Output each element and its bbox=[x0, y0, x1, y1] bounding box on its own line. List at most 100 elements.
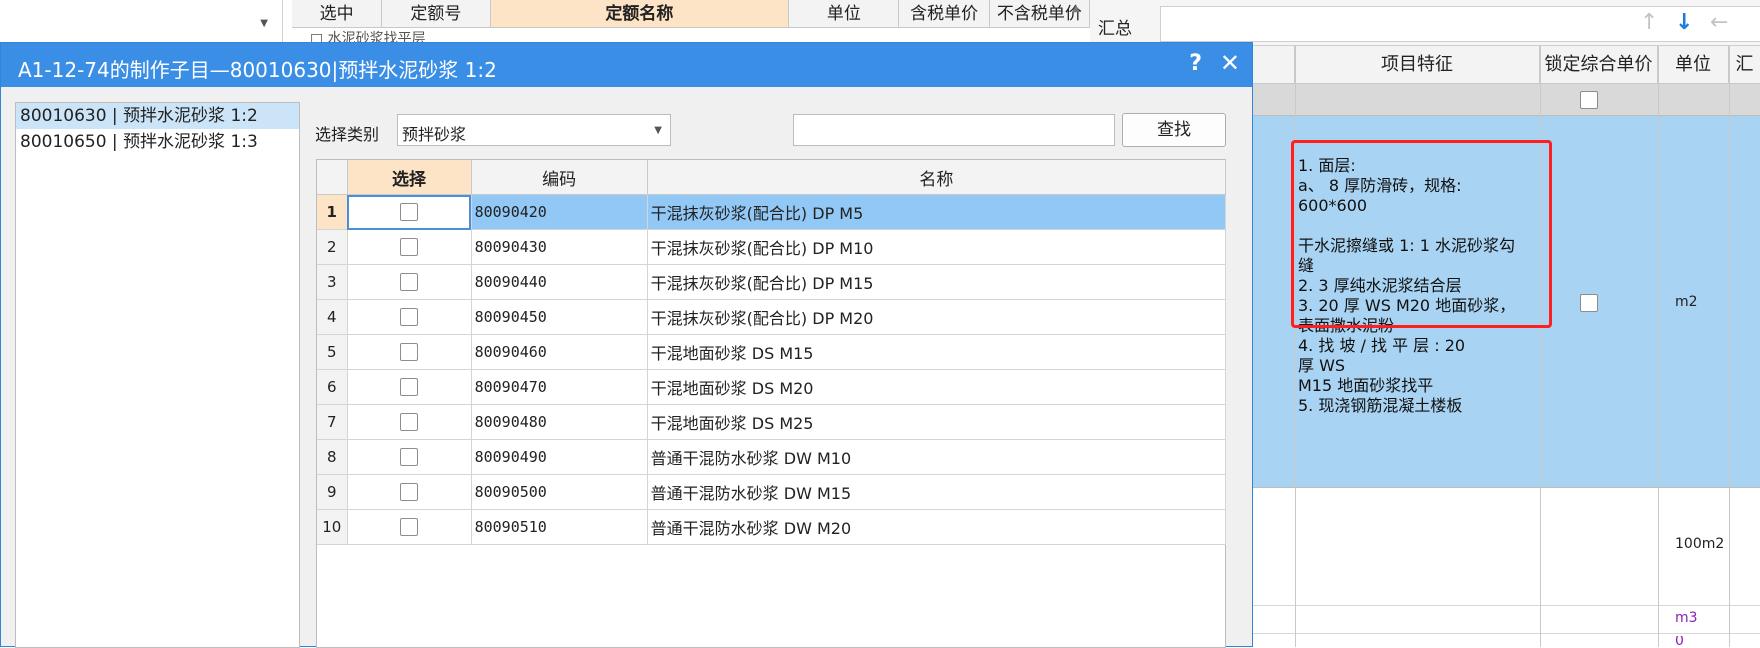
select-checkbox[interactable] bbox=[400, 518, 419, 536]
table-row[interactable]: 3 80090440 干混抹灰砂浆(配合比) DP M15 bbox=[317, 264, 1227, 300]
table-row[interactable]: 1 80090420 干混抹灰砂浆(配合比) DP M5 bbox=[317, 194, 1227, 230]
col-header-select[interactable]: 选中 bbox=[292, 0, 383, 27]
code-cell[interactable]: 80090420 bbox=[471, 194, 648, 230]
code-cell[interactable]: 80090500 bbox=[471, 474, 648, 510]
summary-label: 汇总 bbox=[1098, 19, 1132, 39]
code-cell[interactable]: 80090430 bbox=[471, 229, 648, 265]
dialog-title: A1-12-74的制作子目—80010630|预拌水泥砂浆 1:2 bbox=[18, 58, 497, 82]
background-combo-box[interactable]: ▼ bbox=[0, 0, 283, 46]
table-row[interactable]: 8 80090490 普通干混防水砂浆 DW M10 bbox=[317, 439, 1227, 475]
select-cell[interactable] bbox=[347, 404, 472, 440]
column-divider bbox=[1729, 46, 1730, 647]
help-icon[interactable]: ? bbox=[1189, 51, 1202, 76]
lock-price-checkbox[interactable] bbox=[1580, 294, 1598, 312]
table-row[interactable]: 2 80090430 干混抹灰砂浆(配合比) DP M10 bbox=[317, 229, 1227, 265]
row-number: 8 bbox=[317, 439, 348, 475]
row-number: 4 bbox=[317, 299, 348, 335]
name-cell[interactable]: 干混地面砂浆 DS M25 bbox=[647, 404, 1227, 440]
dialog-title-bar[interactable]: A1-12-74的制作子目—80010630|预拌水泥砂浆 1:2 ? ✕ bbox=[1, 43, 1252, 87]
select-cell[interactable] bbox=[347, 439, 472, 475]
scroll-up-arrow-icon[interactable]: ▲ bbox=[1066, 0, 1086, 18]
col-header-lock-price[interactable]: 锁定综合单价 bbox=[1540, 46, 1658, 83]
table-row[interactable]: 0 bbox=[1250, 634, 1760, 647]
select-checkbox[interactable] bbox=[400, 308, 419, 326]
table-row[interactable] bbox=[1250, 84, 1760, 116]
table-row[interactable]: 9 80090500 普通干混防水砂浆 DW M15 bbox=[317, 474, 1227, 510]
select-cell[interactable] bbox=[347, 264, 472, 300]
lock-price-checkbox[interactable] bbox=[1580, 91, 1598, 109]
list-item[interactable]: 80010650 | 预拌水泥砂浆 1:3 bbox=[16, 129, 299, 155]
select-cell[interactable] bbox=[347, 194, 472, 230]
list-item[interactable]: 80010630 | 预拌水泥砂浆 1:2 bbox=[16, 103, 299, 129]
table-row[interactable]: 10 80090510 普通干混防水砂浆 DW M20 bbox=[317, 509, 1227, 545]
table-row[interactable]: 4 80090450 干混抹灰砂浆(配合比) DP M20 bbox=[317, 299, 1227, 335]
bill-unit: m3 bbox=[1675, 610, 1698, 626]
col-header-name[interactable]: 名称 bbox=[647, 160, 1227, 195]
select-checkbox[interactable] bbox=[400, 273, 419, 291]
select-cell[interactable] bbox=[347, 369, 472, 405]
row-number: 1 bbox=[317, 194, 348, 230]
select-checkbox[interactable] bbox=[400, 203, 419, 221]
select-cell[interactable] bbox=[347, 509, 472, 545]
select-cell[interactable] bbox=[347, 299, 472, 335]
category-select[interactable]: 预拌砂浆 ▼ bbox=[397, 114, 671, 146]
select-cell[interactable] bbox=[347, 334, 472, 370]
col-header-unit[interactable]: 单位 bbox=[789, 0, 900, 27]
name-cell[interactable]: 干混抹灰砂浆(配合比) DP M15 bbox=[647, 264, 1227, 300]
row-number: 10 bbox=[317, 509, 348, 545]
table-row[interactable]: 5 80090460 干混地面砂浆 DS M15 bbox=[317, 334, 1227, 370]
col-header-item-feature[interactable]: 项目特征 bbox=[1295, 46, 1540, 83]
arrow-up-icon[interactable]: ↑ bbox=[1640, 10, 1658, 35]
name-cell[interactable]: 干混抹灰砂浆(配合比) DP M20 bbox=[647, 299, 1227, 335]
column-divider bbox=[1540, 46, 1541, 647]
arrow-down-icon[interactable]: ↓ bbox=[1675, 10, 1693, 35]
col-header-price-with-tax[interactable]: 含税单价 bbox=[899, 0, 990, 27]
name-cell[interactable]: 干混地面砂浆 DS M20 bbox=[647, 369, 1227, 405]
name-cell[interactable]: 普通干混防水砂浆 DW M20 bbox=[647, 509, 1227, 545]
select-checkbox[interactable] bbox=[400, 378, 419, 396]
code-cell[interactable]: 80090510 bbox=[471, 509, 648, 545]
code-cell[interactable]: 80090490 bbox=[471, 439, 648, 475]
summary-bar: 汇总 ↑ ↓ ← bbox=[1090, 0, 1760, 46]
col-header-code[interactable]: 编码 bbox=[471, 160, 648, 195]
chevron-down-icon: ▼ bbox=[260, 18, 268, 29]
code-cell[interactable]: 80090460 bbox=[471, 334, 648, 370]
row-number: 2 bbox=[317, 229, 348, 265]
summary-box bbox=[1160, 6, 1760, 42]
select-checkbox[interactable] bbox=[400, 448, 419, 466]
col-header-quota-code[interactable]: 定额号 bbox=[382, 0, 491, 27]
code-cell[interactable]: 80090440 bbox=[471, 264, 648, 300]
select-checkbox[interactable] bbox=[400, 343, 419, 361]
bill-unit: 0 bbox=[1675, 636, 1684, 647]
arrow-left-icon[interactable]: ← bbox=[1710, 10, 1728, 35]
select-checkbox[interactable] bbox=[400, 238, 419, 256]
code-cell[interactable]: 80090480 bbox=[471, 404, 648, 440]
name-cell[interactable]: 普通干混防水砂浆 DW M15 bbox=[647, 474, 1227, 510]
name-cell[interactable]: 普通干混防水砂浆 DW M10 bbox=[647, 439, 1227, 475]
close-icon[interactable]: ✕ bbox=[1220, 49, 1240, 77]
select-checkbox[interactable] bbox=[400, 483, 419, 501]
category-select-value: 预拌砂浆 bbox=[402, 125, 467, 144]
row-number: 7 bbox=[317, 404, 348, 440]
table-row[interactable]: 7 80090480 干混地面砂浆 DS M25 bbox=[317, 404, 1227, 440]
select-cell[interactable] bbox=[347, 474, 472, 510]
mortar-grid: 选择 编码 名称 1 80090420 干混抹灰砂浆(配合比) DP M5 2 … bbox=[316, 159, 1227, 648]
table-row[interactable]: 6 80090470 干混地面砂浆 DS M20 bbox=[317, 369, 1227, 405]
table-row[interactable]: 100m2 bbox=[1250, 488, 1760, 606]
col-header-total[interactable]: 汇 bbox=[1729, 46, 1760, 83]
name-cell[interactable]: 干混抹灰砂浆(配合比) DP M5 bbox=[647, 194, 1227, 230]
col-header-bill-unit[interactable]: 单位 bbox=[1658, 46, 1729, 83]
table-row[interactable]: m3 bbox=[1250, 606, 1760, 634]
search-input[interactable] bbox=[793, 114, 1115, 146]
name-cell[interactable]: 干混地面砂浆 DS M15 bbox=[647, 334, 1227, 370]
select-cell[interactable] bbox=[347, 229, 472, 265]
col-header-quota-name[interactable]: 定额名称 bbox=[490, 0, 790, 27]
code-cell[interactable]: 80090470 bbox=[471, 369, 648, 405]
column-divider bbox=[1295, 46, 1296, 647]
col-header-select[interactable]: 选择 bbox=[347, 160, 472, 195]
column-divider bbox=[1658, 46, 1659, 647]
name-cell[interactable]: 干混抹灰砂浆(配合比) DP M10 bbox=[647, 229, 1227, 265]
select-checkbox[interactable] bbox=[400, 413, 419, 431]
code-cell[interactable]: 80090450 bbox=[471, 299, 648, 335]
search-button[interactable]: 查找 bbox=[1122, 113, 1226, 147]
